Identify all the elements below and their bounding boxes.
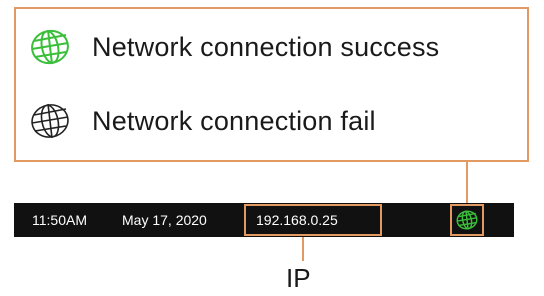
- network-icon-connector-line: [466, 162, 468, 203]
- status-bar: 11:50AM May 17, 2020 192.168.0.25: [14, 203, 514, 237]
- network-status-indicator: [450, 204, 484, 236]
- globe-success-icon: [31, 29, 69, 65]
- globe-fail-icon: [31, 103, 69, 139]
- globe-icon: [456, 210, 478, 230]
- status-time: 11:50AM: [32, 212, 87, 228]
- legend-row-success: Network connection success: [28, 25, 439, 69]
- status-ip-address: 192.168.0.25: [256, 212, 338, 228]
- network-status-legend: Network connection success Network conne…: [14, 7, 529, 162]
- ip-caption: IP: [286, 263, 311, 293]
- ip-connector-line: [302, 237, 304, 261]
- ip-highlight-frame: 192.168.0.25: [244, 204, 382, 236]
- legend-label-success: Network connection success: [92, 31, 440, 62]
- legend-row-fail: Network connection fail: [28, 99, 376, 143]
- legend-label-fail: Network connection fail: [92, 105, 376, 136]
- status-date: May 17, 2020: [122, 212, 207, 228]
